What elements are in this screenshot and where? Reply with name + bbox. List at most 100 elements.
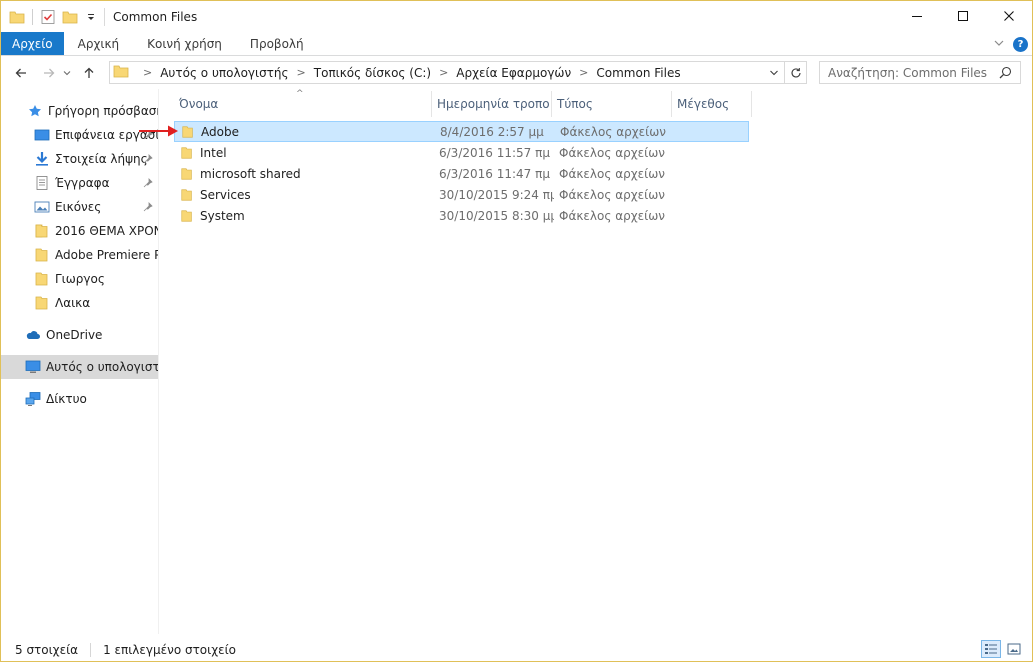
column-header-type[interactable]: Τύπος bbox=[552, 91, 672, 117]
close-button[interactable] bbox=[986, 1, 1032, 31]
sort-ascending-icon: ^ bbox=[296, 89, 304, 99]
large-icons-view-button[interactable] bbox=[1004, 640, 1024, 658]
breadcrumb-program-files[interactable]: Αρχεία Εφαρμογών bbox=[456, 66, 571, 80]
breadcrumb-separator-icon[interactable]: > bbox=[579, 66, 588, 79]
close-icon bbox=[1004, 11, 1014, 21]
large-icons-view-icon bbox=[1007, 643, 1021, 655]
folder-icon bbox=[180, 188, 194, 202]
maximize-button[interactable] bbox=[940, 1, 986, 31]
breadcrumb-separator-icon[interactable]: > bbox=[297, 66, 306, 79]
table-row[interactable]: System 30/10/2015 8:30 μμ Φάκελος αρχείω… bbox=[174, 205, 749, 226]
window-title: Common Files bbox=[113, 9, 198, 24]
back-arrow-icon bbox=[15, 68, 26, 77]
nav-recent-folder[interactable]: Λαικα bbox=[1, 291, 158, 315]
table-row[interactable]: microsoft shared 6/3/2016 11:47 πμ Φάκελ… bbox=[174, 163, 749, 184]
file-name: Services bbox=[200, 187, 251, 202]
view-switcher bbox=[981, 640, 1024, 658]
folder-icon bbox=[34, 271, 50, 287]
address-dropdown-button[interactable] bbox=[764, 62, 784, 83]
file-name-cell: System bbox=[174, 209, 434, 223]
back-button[interactable] bbox=[9, 61, 33, 85]
minimize-button[interactable] bbox=[894, 1, 940, 31]
nav-onedrive[interactable]: OneDrive bbox=[1, 323, 158, 347]
file-type: Φάκελος αρχείων bbox=[559, 208, 665, 223]
details-view-icon bbox=[985, 644, 997, 654]
nav-recent-folder[interactable]: Γιωργος bbox=[1, 267, 158, 291]
customize-toolbar-icon[interactable] bbox=[84, 9, 98, 25]
file-date: 30/10/2015 9:24 πμ bbox=[439, 187, 554, 202]
recent-locations-button[interactable] bbox=[61, 61, 73, 85]
folder-icon bbox=[34, 223, 50, 239]
ribbon-tabs: Αρχείο Αρχική Κοινή χρήση Προβολή ? bbox=[1, 32, 1032, 56]
column-header-date[interactable]: Ημερομηνία τροποποίησης bbox=[432, 91, 552, 117]
column-header-name[interactable]: Όνομα ^ bbox=[174, 89, 432, 117]
tab-view[interactable]: Προβολή bbox=[236, 32, 318, 55]
up-button[interactable] bbox=[77, 61, 101, 85]
nav-downloads[interactable]: Στοιχεία λήψης bbox=[1, 147, 158, 171]
table-row[interactable]: Services 30/10/2015 9:24 πμ Φάκελος αρχε… bbox=[174, 184, 749, 205]
column-headers: Όνομα ^ Ημερομηνία τροποποίησης Τύπος Μέ… bbox=[174, 89, 752, 117]
folder-icon bbox=[34, 295, 50, 311]
cloud-icon bbox=[25, 327, 41, 343]
nav-desktop[interactable]: Επιφάνεια εργασίας bbox=[1, 123, 158, 147]
documents-icon bbox=[34, 175, 50, 191]
search-input[interactable] bbox=[828, 65, 998, 80]
file-type: Φάκελος αρχείων bbox=[559, 145, 665, 160]
download-icon bbox=[34, 151, 50, 167]
file-list: Όνομα ^ Ημερομηνία τροποποίησης Τύπος Μέ… bbox=[160, 89, 1032, 634]
nav-label: Adobe Premiere Pro bbox=[55, 248, 158, 262]
maximize-icon bbox=[958, 11, 968, 21]
refresh-button[interactable] bbox=[784, 62, 806, 83]
nav-documents[interactable]: Έγγραφα bbox=[1, 171, 158, 195]
breadcrumb-separator-icon[interactable]: > bbox=[439, 66, 448, 79]
tab-home[interactable]: Αρχική bbox=[64, 32, 134, 55]
nav-this-pc[interactable]: Αυτός ο υπολογιστής bbox=[1, 355, 158, 379]
table-row[interactable]: Intel 6/3/2016 11:57 πμ Φάκελος αρχείων bbox=[174, 142, 749, 163]
column-header-size[interactable]: Μέγεθος bbox=[672, 91, 752, 117]
breadcrumb-this-pc[interactable]: Αυτός ο υπολογιστής bbox=[160, 66, 288, 80]
breadcrumb-separator-icon[interactable]: > bbox=[143, 66, 152, 79]
file-name: Intel bbox=[200, 145, 227, 160]
nav-recent-folder[interactable]: Adobe Premiere Pro bbox=[1, 243, 158, 267]
folder-icon bbox=[180, 209, 194, 223]
folder-icon bbox=[180, 167, 194, 181]
pin-icon[interactable] bbox=[143, 153, 153, 167]
file-rows: Adobe 8/4/2016 2:57 μμ Φάκελος αρχείων I… bbox=[174, 121, 749, 226]
file-name: System bbox=[200, 208, 245, 223]
help-icon[interactable]: ? bbox=[1013, 36, 1028, 52]
refresh-icon bbox=[790, 67, 801, 77]
nav-label: 2016 ΘΕΜΑ ΧΡΟΝΟΣ bbox=[55, 224, 158, 238]
pin-icon[interactable] bbox=[143, 201, 153, 215]
new-folder-icon[interactable] bbox=[62, 9, 78, 25]
details-view-button[interactable] bbox=[981, 640, 1001, 658]
expand-ribbon-icon[interactable] bbox=[993, 37, 1005, 52]
forward-button[interactable] bbox=[37, 61, 61, 85]
column-label: Τύπος bbox=[557, 97, 593, 111]
annotation-arrow-icon bbox=[139, 125, 178, 137]
column-label: Ημερομηνία τροποποίησης bbox=[437, 97, 549, 111]
file-date: 6/3/2016 11:47 πμ bbox=[439, 166, 550, 181]
breadcrumb-common-files[interactable]: Common Files bbox=[596, 66, 680, 80]
search-icon[interactable] bbox=[999, 66, 1012, 82]
file-name-cell: microsoft shared bbox=[174, 167, 434, 181]
star-icon bbox=[27, 103, 43, 119]
folder-icon bbox=[180, 146, 194, 160]
properties-icon[interactable] bbox=[40, 9, 56, 25]
address-bar[interactable]: > Αυτός ο υπολογιστής > Τοπικός δίσκος (… bbox=[109, 61, 807, 84]
status-bar: 5 στοιχεία 1 επιλεγμένο στοιχείο bbox=[1, 638, 1032, 661]
nav-label: Γιωργος bbox=[55, 272, 105, 286]
nav-recent-folder[interactable]: 2016 ΘΕΜΑ ΧΡΟΝΟΣ bbox=[1, 219, 158, 243]
tab-file[interactable]: Αρχείο bbox=[1, 32, 64, 55]
navigation-bar: > Αυτός ο υπολογιστής > Τοπικός δίσκος (… bbox=[1, 56, 1032, 89]
pin-icon[interactable] bbox=[143, 177, 153, 191]
file-name-cell: Adobe bbox=[175, 125, 435, 139]
nav-label: Δίκτυο bbox=[46, 392, 87, 406]
nav-quick-access[interactable]: Γρήγορη πρόσβαση bbox=[1, 99, 158, 123]
nav-label: Στοιχεία λήψης bbox=[55, 152, 148, 166]
tab-share[interactable]: Κοινή χρήση bbox=[133, 32, 236, 55]
nav-network[interactable]: Δίκτυο bbox=[1, 387, 158, 411]
breadcrumb-local-disk[interactable]: Τοπικός δίσκος (C:) bbox=[314, 66, 431, 80]
nav-label: Εικόνες bbox=[55, 200, 102, 214]
nav-pictures[interactable]: Εικόνες bbox=[1, 195, 158, 219]
table-row[interactable]: Adobe 8/4/2016 2:57 μμ Φάκελος αρχείων bbox=[174, 121, 749, 142]
